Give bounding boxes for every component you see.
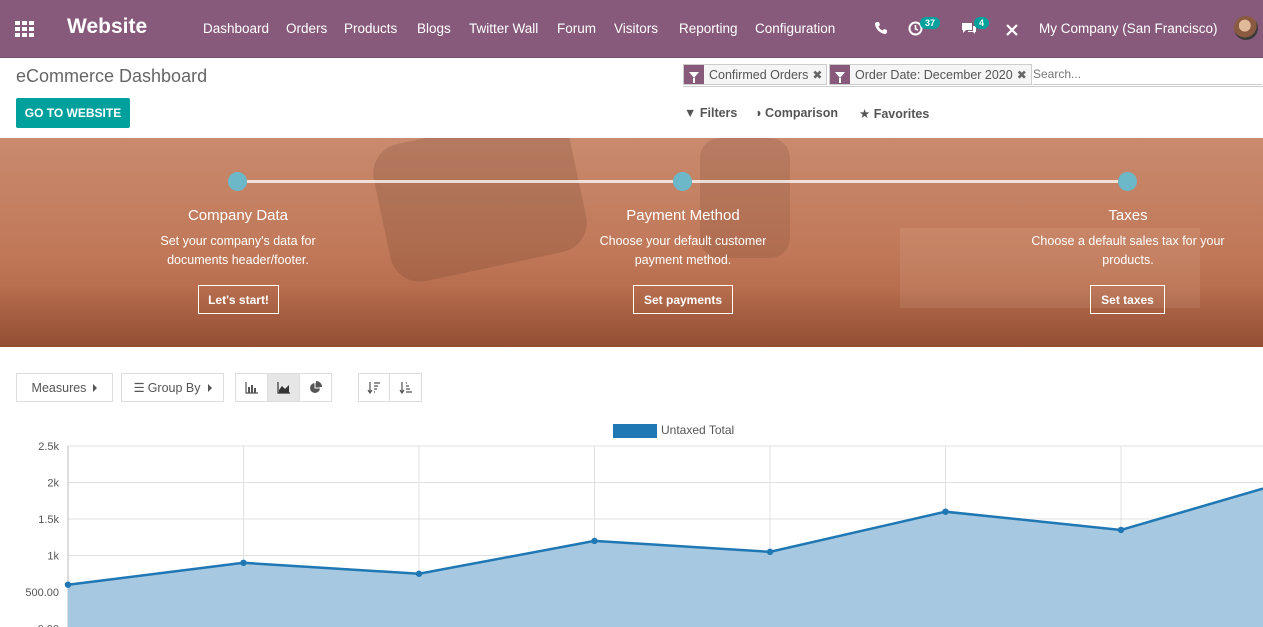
search-underline	[683, 86, 1263, 87]
messages-count-badge: 4	[974, 17, 990, 29]
set-taxes-button[interactable]: Set taxes	[1090, 285, 1165, 314]
filter-icon	[830, 65, 850, 84]
menu-products[interactable]: Products	[344, 21, 397, 36]
data-point	[240, 559, 247, 566]
step-desc-line: documents header/footer.	[167, 253, 309, 267]
area-chart: 2.5k 2k 1.5k 1k 500.00 0.00	[25, 441, 1263, 627]
data-point	[1117, 526, 1125, 534]
sort-ascending-button[interactable]	[389, 373, 422, 402]
data-point	[591, 537, 598, 545]
area-chart-button[interactable]	[267, 373, 300, 402]
background-photo	[0, 288, 1263, 347]
step-title-company: Company Data	[187, 207, 289, 224]
star-icon: ★	[859, 107, 871, 121]
background-photo	[367, 138, 593, 288]
area-chart-icon	[276, 381, 290, 394]
step-title-taxes: Taxes	[1108, 207, 1148, 224]
group-by-button[interactable]: ☰ Group By	[121, 373, 224, 402]
activity-count-badge: 37	[920, 17, 941, 29]
sort-descending-icon	[367, 382, 380, 394]
step-dot-company	[228, 172, 247, 191]
comparison-label: Comparison	[765, 106, 838, 120]
step-desc-taxes: Choose a default sales tax for your prod…	[1008, 232, 1248, 270]
facet-order-date: Order Date: December 2020 ✖	[829, 64, 1032, 85]
lets-start-button[interactable]: Let's start!	[198, 285, 279, 314]
progress-line	[692, 180, 1118, 183]
data-point	[64, 581, 72, 588]
go-to-website-button[interactable]: GO TO WEBSITE	[16, 98, 130, 128]
app-brand[interactable]: Website	[67, 15, 147, 39]
facet-label: Order Date: December 2020	[855, 67, 1013, 82]
step-desc-line: payment method.	[634, 253, 732, 267]
set-payments-button[interactable]: Set payments	[633, 285, 733, 314]
y-tick-label: 1k	[47, 551, 59, 563]
step-desc-payment: Choose your default customer payment met…	[563, 232, 803, 270]
step-title-payment: Payment Method	[626, 207, 740, 224]
progress-line	[247, 180, 673, 183]
step-dot-payment	[673, 172, 692, 191]
favorites-label: Favorites	[873, 107, 930, 121]
menu-configuration[interactable]: Configuration	[755, 21, 835, 36]
y-tick-label: 0.00	[38, 624, 59, 627]
menu-reporting[interactable]: Reporting	[679, 21, 738, 36]
menu-twitter-wall[interactable]: Twitter Wall	[469, 21, 538, 36]
menu-orders[interactable]: Orders	[286, 21, 327, 36]
pie-chart-icon	[310, 381, 322, 393]
y-tick-label: 500.00	[25, 587, 59, 599]
step-desc-line: Set your company's data for	[160, 234, 316, 248]
remove-facet-icon[interactable]: ✖	[1017, 68, 1031, 82]
sort-ascending-icon	[399, 382, 412, 394]
measures-label: Measures	[31, 380, 87, 395]
onboarding-banner: Company Data Payment Method Taxes Set yo…	[0, 138, 1263, 347]
area-fill	[68, 488, 1263, 627]
favorites-dropdown[interactable]: ★ Favorites	[859, 106, 929, 121]
step-desc-company: Set your company's data for documents he…	[118, 232, 358, 270]
bar-chart-icon	[244, 381, 258, 394]
pie-chart-button[interactable]	[299, 373, 332, 402]
step-dot-taxes	[1118, 172, 1137, 191]
data-point	[766, 548, 774, 556]
filters-dropdown[interactable]: ▼ Filters	[684, 106, 737, 120]
half-circle-icon: ◑	[754, 106, 762, 120]
measures-button[interactable]: Measures	[16, 373, 113, 402]
y-tick-label: 2k	[47, 478, 59, 490]
menu-forum[interactable]: Forum	[557, 21, 596, 36]
step-desc-line: Choose your default customer	[599, 234, 767, 248]
user-avatar[interactable]	[1234, 16, 1258, 40]
phone-icon[interactable]	[874, 21, 888, 35]
remove-facet-icon[interactable]: ✖	[812, 68, 826, 82]
caret-right-icon	[207, 383, 212, 392]
y-tick-label: 2.5k	[38, 441, 59, 453]
company-switcher[interactable]: My Company (San Francisco)	[1039, 21, 1218, 36]
filters-label: Filters	[699, 106, 738, 120]
bar-chart-button[interactable]	[235, 373, 268, 402]
filter-icon	[684, 65, 704, 84]
data-point	[415, 570, 423, 577]
step-desc-line: products.	[1102, 253, 1154, 267]
search-input[interactable]	[1033, 64, 1262, 85]
debug-tools-icon[interactable]	[1005, 23, 1019, 37]
list-icon: ☰	[133, 381, 145, 395]
sort-descending-button[interactable]	[358, 373, 390, 402]
facet-label: Confirmed Orders	[709, 67, 809, 82]
data-point	[942, 508, 949, 515]
menu-visitors[interactable]: Visitors	[614, 21, 658, 36]
menu-dashboard[interactable]: Dashboard	[203, 21, 269, 36]
step-desc-line: Choose a default sales tax for your	[1031, 234, 1225, 248]
sort-group	[358, 373, 422, 402]
apps-menu-icon[interactable]	[15, 21, 35, 37]
facet-confirmed-orders: Confirmed Orders ✖	[683, 64, 828, 85]
comparison-dropdown[interactable]: ◑ Comparison	[754, 106, 838, 120]
group-by-label: Group By	[147, 380, 201, 395]
page-title: eCommerce Dashboard	[16, 66, 208, 86]
chart-type-group	[235, 373, 332, 402]
filter-icon: ▼	[684, 106, 697, 120]
top-navbar: Website Dashboard Orders Products Blogs …	[0, 0, 1263, 58]
y-tick-label: 1.5k	[38, 514, 59, 526]
caret-right-icon	[93, 383, 98, 392]
menu-blogs[interactable]: Blogs	[417, 21, 451, 36]
